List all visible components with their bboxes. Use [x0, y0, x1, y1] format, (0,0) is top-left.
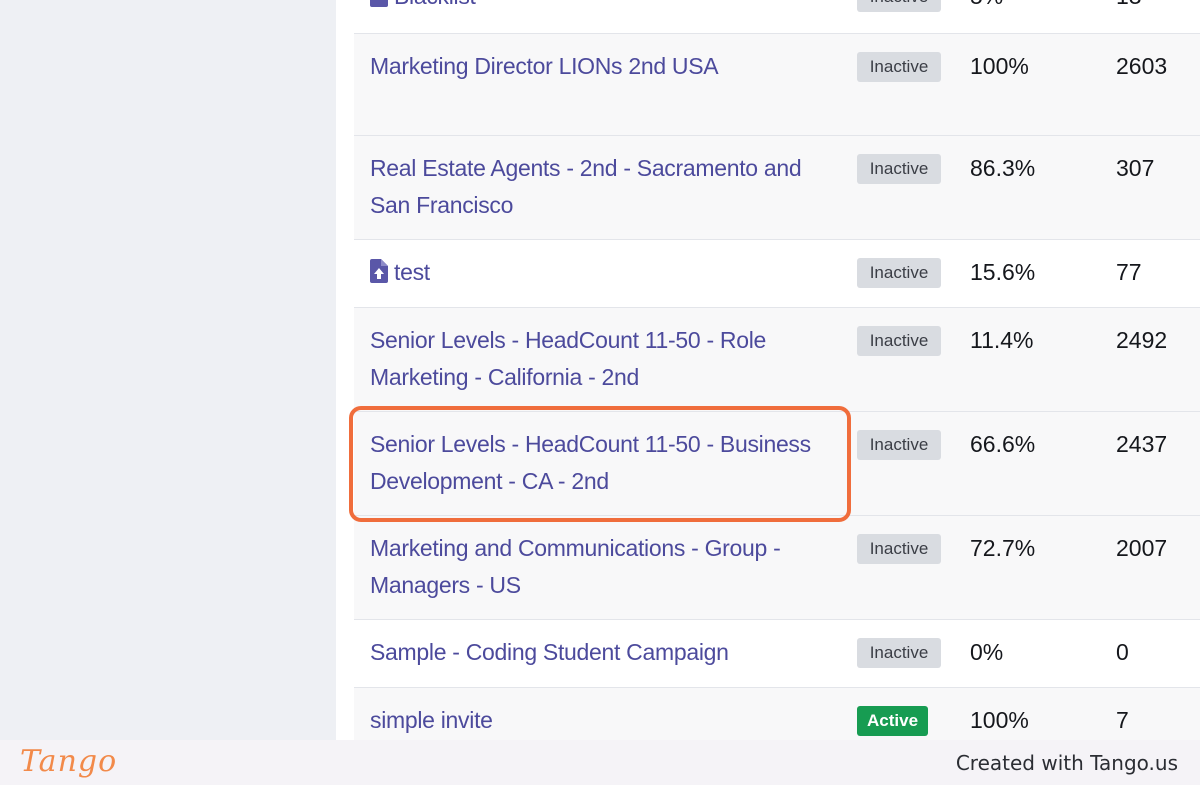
- status-badge: Inactive: [857, 154, 941, 184]
- campaign-name-link[interactable]: Blacklist: [370, 0, 830, 15]
- status-badge: Active: [857, 706, 929, 736]
- table-row[interactable]: Marketing and Communications - Group - M…: [354, 516, 1200, 620]
- campaign-table: Blacklist Inactive 5% 13 Marketing Direc…: [354, 0, 1200, 740]
- status-badge: Inactive: [857, 326, 941, 356]
- file-upload-icon: [370, 259, 388, 283]
- table-row[interactable]: Senior Levels - HeadCount 11-50 - Role M…: [354, 308, 1200, 412]
- table-row[interactable]: Blacklist Inactive 5% 13: [354, 0, 1200, 34]
- doc-icon: [370, 0, 388, 7]
- main-content: Blacklist Inactive 5% 13 Marketing Direc…: [336, 0, 1200, 740]
- percent-value: 66.6%: [970, 431, 1036, 457]
- count-value: 2492: [1116, 327, 1168, 353]
- percent-value: 100%: [970, 53, 1029, 79]
- status-badge: Inactive: [857, 52, 941, 82]
- count-value: 307: [1116, 155, 1155, 181]
- percent-value: 5%: [970, 0, 1003, 15]
- count-value: 2007: [1116, 535, 1168, 561]
- campaign-name-link[interactable]: Senior Levels - HeadCount 11-50 - Busine…: [370, 426, 830, 500]
- campaign-name-link[interactable]: Marketing Director LIONs 2nd USA: [370, 48, 830, 85]
- count-value: 2603: [1116, 53, 1168, 79]
- count-value: 77: [1116, 259, 1142, 285]
- percent-value: 11.4%: [970, 327, 1034, 353]
- count-value: 0: [1116, 639, 1129, 665]
- campaign-name-link[interactable]: Marketing and Communications - Group - M…: [370, 530, 830, 604]
- campaign-name-link[interactable]: test: [370, 254, 830, 291]
- sidebar: [0, 0, 336, 740]
- table-row[interactable]: Sample - Coding Student Campaign Inactiv…: [354, 620, 1200, 688]
- percent-value: 100%: [970, 707, 1029, 733]
- campaign-name-link[interactable]: Sample - Coding Student Campaign: [370, 634, 830, 671]
- percent-value: 15.6%: [970, 259, 1036, 285]
- status-badge: Inactive: [857, 0, 941, 12]
- campaign-name-link[interactable]: Senior Levels - HeadCount 11-50 - Role M…: [370, 322, 830, 396]
- percent-value: 86.3%: [970, 155, 1036, 181]
- tango-logo: Tango: [20, 744, 118, 779]
- table-row[interactable]: Senior Levels - HeadCount 11-50 - Busine…: [354, 412, 1200, 516]
- status-badge: Inactive: [857, 258, 941, 288]
- percent-value: 72.7%: [970, 535, 1036, 561]
- status-badge: Inactive: [857, 430, 941, 460]
- campaign-name-link[interactable]: Real Estate Agents - 2nd - Sacramento an…: [370, 150, 830, 224]
- footer: Tango Created with Tango.us: [0, 740, 1200, 785]
- count-value: 7: [1116, 707, 1129, 733]
- count-value: 2437: [1116, 431, 1168, 457]
- percent-value: 0%: [970, 639, 1004, 665]
- table-row[interactable]: Real Estate Agents - 2nd - Sacramento an…: [354, 136, 1200, 240]
- count-value: 13: [1116, 0, 1142, 15]
- table-row[interactable]: simple invite Active 100% 7: [354, 688, 1200, 740]
- table-row[interactable]: test Inactive 15.6% 77: [354, 240, 1200, 308]
- status-badge: Inactive: [857, 638, 941, 668]
- created-with-tango-link[interactable]: Created with Tango.us: [956, 751, 1178, 775]
- table-row[interactable]: Marketing Director LIONs 2nd USA Inactiv…: [354, 34, 1200, 136]
- campaign-name-link[interactable]: simple invite: [370, 702, 830, 739]
- status-badge: Inactive: [857, 534, 941, 564]
